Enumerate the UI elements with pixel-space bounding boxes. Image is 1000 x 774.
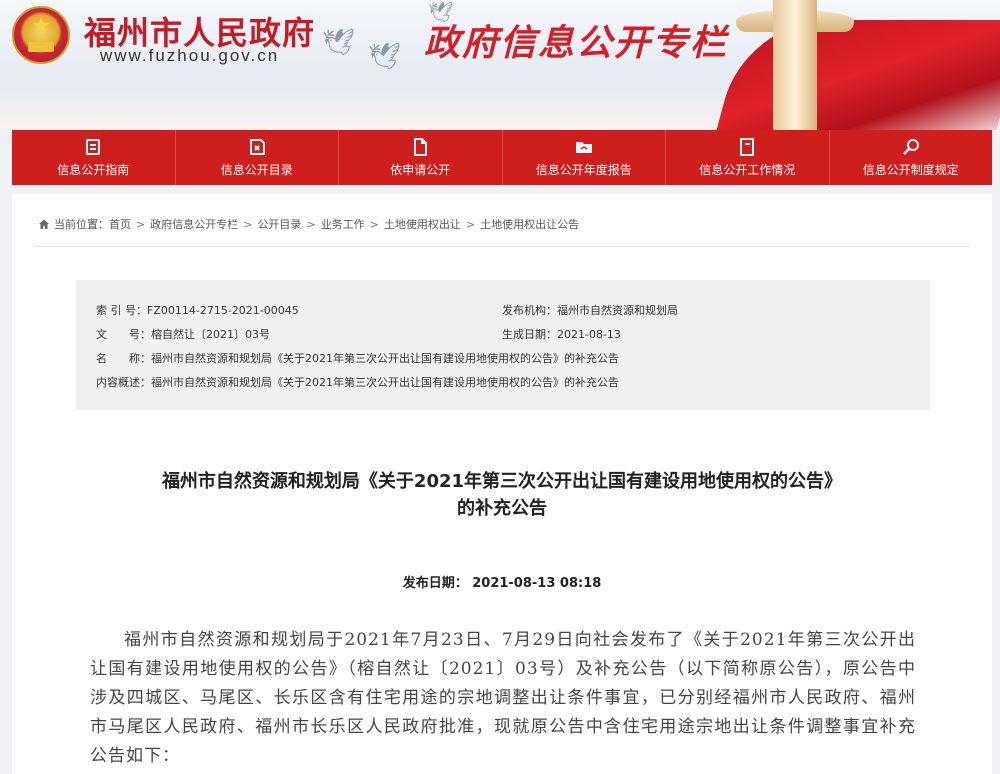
publish-date: 发布日期： 2021-08-13 08:18 xyxy=(72,572,932,591)
home-icon xyxy=(39,219,49,229)
breadcrumb: 当前位置： 首页 > 政府信息公开专栏 > 公开目录 > 业务工作 > 土地使用… xyxy=(38,216,579,232)
main-content: 当前位置： 首页 > 政府信息公开专栏 > 公开目录 > 业务工作 > 土地使用… xyxy=(12,194,992,774)
nav-label: 信息公开制度规定 xyxy=(862,163,959,177)
meta-value: 榕自然让〔2021〕03号 xyxy=(151,328,270,341)
article-body: 福州市自然资源和规划局于2021年7月23日、7月29日向社会发布了《关于202… xyxy=(90,630,916,766)
nav-label: 信息公开目录 xyxy=(220,163,293,177)
meta-label: 发布机构： xyxy=(502,304,557,317)
breadcrumb-link-home[interactable]: 首页 xyxy=(109,216,131,232)
breadcrumb-separator: > xyxy=(306,217,316,231)
notebook-icon xyxy=(740,138,755,156)
metadata-table: 索 引 号：FZ00114-2715-2021-00045 发布机构：福州市自然… xyxy=(76,280,930,410)
meta-value: FZ00114-2715-2021-00045 xyxy=(147,304,299,317)
nav-label: 信息公开指南 xyxy=(57,163,130,177)
nav-item-apply[interactable]: 依申请公开 xyxy=(339,130,503,185)
banner-pillar xyxy=(773,0,817,130)
meta-label: 生成日期： xyxy=(502,328,557,341)
breadcrumb-link-catalog[interactable]: 公开目录 xyxy=(257,216,301,232)
meta-name: 名 称：福州市自然资源和规划局《关于2021年第三次公开出让国有建设用地使用权的… xyxy=(96,350,619,366)
nav-item-regulations[interactable]: 信息公开制度规定 xyxy=(830,130,993,185)
nav-label: 信息公开工作情况 xyxy=(699,163,796,177)
header-banner: 🕊 🕊 🕊 ★ 福州市人民政府 www.fuzhou.gov.cn 政府信息公开… xyxy=(0,0,1000,130)
star-icon: ★ xyxy=(31,14,51,39)
meta-label: 内容概述： xyxy=(96,376,151,389)
report-icon xyxy=(575,142,592,153)
meta-docno: 文 号：榕自然让〔2021〕03号 xyxy=(96,326,270,342)
site-url: www.fuzhou.gov.cn xyxy=(100,46,280,65)
national-emblem-logo[interactable]: ★ xyxy=(12,6,70,64)
column-title: 政府信息公开专栏 xyxy=(424,23,729,64)
breadcrumb-separator: > xyxy=(465,217,476,231)
publish-date-value: 2021-08-13 08:18 xyxy=(472,576,602,591)
meta-publisher: 发布机构：福州市自然资源和规划局 xyxy=(502,302,678,318)
article-title-line: 的补充公告 xyxy=(457,498,547,519)
publish-date-label: 发布日期： xyxy=(402,576,468,591)
nav-item-work-status[interactable]: 信息公开工作情况 xyxy=(666,130,830,185)
dove-icon: 🕊 xyxy=(368,42,402,72)
dove-icon: 🕊 xyxy=(322,28,356,58)
meta-value: 福州市自然资源和规划局《关于2021年第三次公开出让国有建设用地使用权的公告》的… xyxy=(151,352,619,365)
catalog-icon xyxy=(249,139,265,155)
breadcrumb-link-land-transfer[interactable]: 土地使用权出让 xyxy=(384,216,461,232)
breadcrumb-separator: > xyxy=(136,217,146,231)
breadcrumb-separator: > xyxy=(243,217,253,231)
breadcrumb-link-business[interactable]: 业务工作 xyxy=(321,216,365,232)
nav-item-guide[interactable]: 信息公开指南 xyxy=(12,130,176,185)
document-icon xyxy=(414,138,428,156)
nav-item-annual-report[interactable]: 信息公开年度报告 xyxy=(503,130,666,185)
meta-label: 索 引 号： xyxy=(96,304,147,317)
emblem-base xyxy=(28,42,54,52)
nav-label: 依申请公开 xyxy=(390,163,451,177)
breadcrumb-link-column[interactable]: 政府信息公开专栏 xyxy=(150,216,238,232)
breadcrumb-prefix: 当前位置： xyxy=(54,218,109,231)
nav-label: 信息公开年度报告 xyxy=(535,163,632,177)
main-nav: 信息公开指南 信息公开目录 依申请公开 信息公开年度报告 信息公开工作情况 信息… xyxy=(12,130,992,185)
meta-index: 索 引 号：FZ00114-2715-2021-00045 xyxy=(96,302,299,318)
meta-value: 2021-08-13 xyxy=(557,328,621,341)
meta-value: 福州市自然资源和规划局 xyxy=(557,304,678,317)
search-icon xyxy=(902,139,919,155)
divider xyxy=(34,246,970,247)
breadcrumb-link-announcement[interactable]: 土地使用权出让公告 xyxy=(480,216,579,232)
breadcrumb-separator: > xyxy=(369,217,379,231)
banner-flag xyxy=(713,20,1000,130)
meta-summary: 内容概述：福州市自然资源和规划局《关于2021年第三次公开出让国有建设用地使用权… xyxy=(96,374,619,390)
meta-label: 文 号： xyxy=(96,328,151,341)
meta-created: 生成日期：2021-08-13 xyxy=(502,326,621,342)
article-title: 福州市自然资源和规划局《关于2021年第三次公开出让国有建设用地使用权的公告》 … xyxy=(72,468,932,522)
meta-label: 名 称： xyxy=(96,352,151,365)
nav-item-catalog[interactable]: 信息公开目录 xyxy=(176,130,339,185)
guide-icon xyxy=(86,139,101,155)
article-title-line: 福州市自然资源和规划局《关于2021年第三次公开出让国有建设用地使用权的公告》 xyxy=(161,471,843,492)
meta-value: 福州市自然资源和规划局《关于2021年第三次公开出让国有建设用地使用权的公告》的… xyxy=(151,376,619,389)
